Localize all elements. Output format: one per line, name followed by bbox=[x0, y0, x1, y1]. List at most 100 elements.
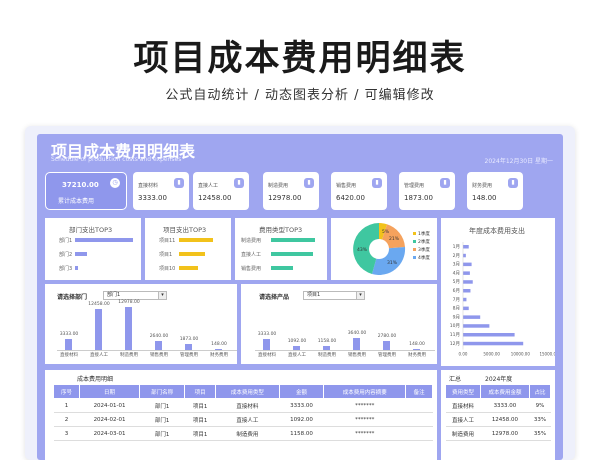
table-cell[interactable]: 直接材料 bbox=[215, 398, 280, 413]
bar-value-label: 2780.00 bbox=[377, 333, 397, 339]
pie-legend: 3季度 bbox=[418, 246, 430, 253]
x-tick-label: 10000.00 bbox=[511, 352, 531, 357]
table-cell[interactable]: 1158.00 bbox=[279, 426, 324, 441]
table-cell[interactable]: 1092.00 bbox=[279, 412, 324, 427]
chart-baseline bbox=[255, 350, 435, 351]
bar-value-label: 12978.00 bbox=[118, 300, 140, 306]
bar-category-label: 直接材料 bbox=[258, 353, 276, 358]
table-row[interactable]: 直接人工 12458.00 33% bbox=[445, 412, 551, 427]
bar bbox=[215, 349, 222, 350]
table-cell[interactable] bbox=[405, 412, 433, 427]
kpi-card: 销售费用 6420.00 ▮ bbox=[331, 172, 387, 210]
y-tick-label: 6月 bbox=[453, 288, 460, 294]
chart-icon: ▮ bbox=[174, 178, 184, 188]
table-cell[interactable]: 部门1 bbox=[139, 398, 185, 413]
pie-legend: 1季度 bbox=[418, 230, 430, 237]
table-cell[interactable]: 1 bbox=[53, 398, 80, 413]
kpi-label: 管理费用 bbox=[404, 183, 425, 189]
dept-top3-panel: 部门支出TOP3 部门1 部门2 部门3 bbox=[45, 218, 141, 280]
chart-icon: ▮ bbox=[508, 178, 518, 188]
kpi-value: 1873.00 bbox=[404, 194, 433, 202]
table-cell[interactable]: 33% bbox=[529, 412, 551, 427]
table-row[interactable]: 3 2024-03-01 部门1 项目1 制造费用 1158.00 ******… bbox=[53, 426, 433, 441]
table-cell[interactable]: 35% bbox=[529, 426, 551, 441]
top3-bar bbox=[271, 238, 315, 242]
table-cell[interactable] bbox=[405, 426, 433, 441]
table-cell[interactable]: 直接人工 bbox=[215, 412, 280, 427]
y-tick-label: 5月 bbox=[453, 279, 460, 285]
proj-select[interactable]: 项目1 ▾ bbox=[303, 291, 365, 300]
table-cell[interactable]: ******* bbox=[323, 412, 406, 427]
bar-category-label: 管理费用 bbox=[378, 353, 396, 358]
table-cell[interactable]: 2 bbox=[53, 412, 80, 427]
top3-bar bbox=[75, 266, 78, 270]
type-top3-title: 费用类型TOP3 bbox=[259, 226, 303, 234]
table-cell[interactable]: 2024-03-01 bbox=[79, 426, 140, 441]
table-cell[interactable]: 项目1 bbox=[184, 412, 216, 427]
bar-value-label: 148.00 bbox=[409, 342, 425, 347]
kpi-label: 直接人工 bbox=[198, 183, 219, 189]
bar bbox=[463, 289, 471, 293]
table-cell[interactable]: 9% bbox=[529, 398, 551, 413]
bar bbox=[65, 339, 72, 350]
table-cell[interactable]: 部门1 bbox=[139, 426, 185, 441]
table-cell[interactable]: 2024-01-01 bbox=[79, 398, 140, 413]
summary-year: 2024年度 bbox=[485, 376, 513, 383]
bar-category-label: 销售费用 bbox=[150, 353, 168, 358]
table-cell[interactable]: 12458.00 bbox=[480, 412, 530, 427]
chart-icon: ▮ bbox=[234, 178, 244, 188]
kpi-value: 6420.00 bbox=[336, 194, 365, 202]
table-cell[interactable] bbox=[405, 398, 433, 413]
proj-top3-title: 项目支出TOP3 bbox=[163, 226, 207, 234]
bar-category-label: 财务费用 bbox=[408, 353, 426, 358]
proj-select-value: 项目1 bbox=[307, 292, 321, 298]
table-cell[interactable]: 3 bbox=[53, 426, 80, 441]
bar bbox=[463, 306, 469, 311]
table-header: 成本费用类型 bbox=[215, 384, 280, 399]
table-row[interactable]: 1 2024-01-01 部门1 项目1 直接材料 3333.00 ******… bbox=[53, 398, 433, 413]
kpi-total-value: 37210.00 bbox=[62, 181, 99, 189]
bar-value-label: 12458.00 bbox=[88, 302, 110, 308]
table-cell[interactable]: 项目1 bbox=[184, 426, 216, 441]
bar-value-label: 3333.00 bbox=[59, 332, 79, 338]
table-cell[interactable]: 直接人工 bbox=[445, 412, 481, 427]
table-cell[interactable]: 项目1 bbox=[184, 398, 216, 413]
kpi-label: 财务费用 bbox=[472, 183, 493, 189]
y-tick-label: 11月 bbox=[450, 332, 460, 338]
kpi-label: 直接材料 bbox=[138, 183, 159, 189]
dept-select-label: 请选择部门 bbox=[57, 294, 88, 301]
y-tick-label: 9月 bbox=[453, 314, 460, 320]
table-cell[interactable]: 3333.00 bbox=[480, 398, 530, 413]
dept-top3-label: 部门1 bbox=[59, 238, 73, 244]
table-cell[interactable]: 直接材料 bbox=[445, 398, 481, 413]
table-header: 成本费用内容摘要 bbox=[323, 384, 407, 399]
table-cell[interactable]: 3333.00 bbox=[279, 398, 324, 413]
table-cell[interactable]: 部门1 bbox=[139, 412, 185, 427]
table-cell[interactable]: 2024-02-01 bbox=[79, 412, 140, 427]
table-cell[interactable]: 12978.00 bbox=[480, 426, 530, 441]
table-cell[interactable]: 制造费用 bbox=[215, 426, 280, 441]
bar-category-label: 制造费用 bbox=[318, 353, 336, 358]
bar bbox=[185, 343, 192, 350]
chevron-down-icon: ▾ bbox=[158, 292, 166, 299]
table-row[interactable]: 制造费用 12978.00 35% bbox=[445, 426, 551, 441]
x-tick-label: 0.00 bbox=[459, 352, 468, 357]
kpi-row: 37210.00 累计成本费用 ◷ 直接材料 3333.00 ▮ 直接人工 12… bbox=[45, 172, 555, 212]
top3-bar bbox=[179, 238, 213, 242]
table-row[interactable]: 直接材料 3333.00 9% bbox=[445, 398, 551, 413]
table-header: 成本费用金额 bbox=[479, 384, 531, 399]
table-cell[interactable]: ******* bbox=[323, 398, 406, 413]
table-row[interactable]: 2 2024-02-01 部门1 项目1 直接人工 1092.00 ******… bbox=[53, 412, 433, 427]
table-header: 费用类型 bbox=[445, 384, 481, 399]
bar-value-label: 148.00 bbox=[211, 342, 227, 347]
table-cell[interactable]: 制造费用 bbox=[445, 426, 481, 441]
bar bbox=[353, 338, 360, 350]
proj-chart-panel: 请选择产品 项目1 ▾ 3333.00 直接材料 1092.00 直接人工 1158.0… bbox=[241, 284, 437, 364]
summary-table: 费用类型 成本费用金额 占比 直接材料 3333.00 9% 直接人工 1245… bbox=[445, 384, 551, 441]
dept-select[interactable]: 部门1 ▾ bbox=[103, 291, 167, 300]
table-header: 项目 bbox=[184, 384, 217, 399]
table-header: 部门名称 bbox=[139, 384, 186, 399]
y-tick-label: 4月 bbox=[453, 270, 460, 276]
table-cell[interactable]: ******* bbox=[323, 426, 406, 441]
y-tick-label: 12月 bbox=[450, 341, 460, 347]
